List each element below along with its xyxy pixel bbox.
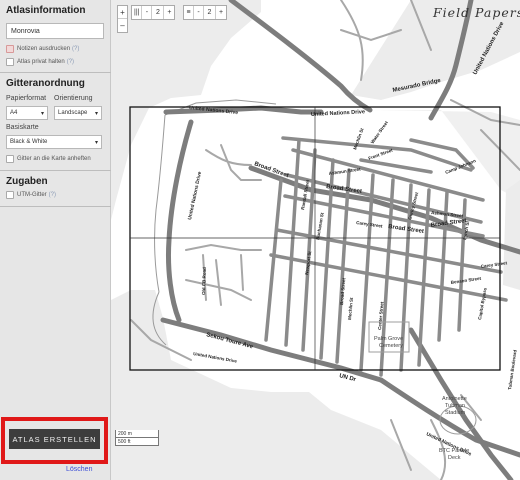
utm-checkbox[interactable] (6, 191, 14, 199)
orientation-select[interactable]: Landscape ▾ (54, 106, 102, 120)
make-atlas-highlight: ATLAS ERSTELLEN (1, 417, 108, 464)
paper-select[interactable]: A4 ▾ (6, 106, 48, 120)
grid-title: Gitteranordnung (6, 78, 85, 89)
columns-icon: ||| (132, 6, 143, 19)
divider (0, 206, 111, 207)
extras-title: Zugaben (6, 176, 48, 187)
scale-bar: 200 m 500 ft (115, 430, 159, 446)
divider (0, 72, 111, 73)
map-label: Palm Grove Cemetery (374, 336, 403, 349)
columns-plus-button[interactable]: + (164, 6, 174, 19)
map-label: Antoinette Tubman Stadium (442, 396, 467, 416)
chevron-down-icon: ▾ (94, 111, 98, 117)
paper-select-value: A4 (10, 110, 18, 116)
chevron-down-icon: ▾ (40, 111, 44, 117)
basemap-select[interactable]: Black & White ▾ (6, 135, 102, 149)
scale-imperial: 500 ft (115, 438, 159, 446)
print-notes-checkbox[interactable] (6, 45, 14, 53)
basemap-select-value: Black & White (10, 139, 48, 145)
private-row[interactable]: Atlas privat halten (?) (6, 58, 74, 66)
print-notes-row[interactable]: Notizen ausdrucken (?) (6, 45, 79, 53)
columns-control: ||| - 2 + (131, 5, 176, 20)
rows-icon: ≡ (184, 6, 194, 19)
zoom-control: + – (117, 5, 128, 33)
private-label: Atlas privat halten (17, 59, 65, 65)
rows-minus-button[interactable]: - (194, 6, 204, 19)
utm-help[interactable]: (?) (49, 192, 56, 198)
orientation-label: Orientierung (54, 95, 93, 102)
rows-value: 2 (204, 6, 216, 19)
map-base: Mesurado Bridge United Nations Drive Uni… (111, 0, 520, 480)
map-canvas[interactable]: Mesurado Bridge United Nations Drive Uni… (111, 0, 520, 480)
delete-link[interactable]: Löschen (66, 466, 92, 473)
columns-value: 2 (152, 6, 165, 19)
scale-metric: 200 m (115, 430, 159, 438)
paper-label: Papierformat (6, 95, 47, 102)
atlas-info-title: Atlasinformation (6, 5, 86, 16)
make-atlas-button[interactable]: ATLAS ERSTELLEN (9, 429, 100, 449)
rows-plus-button[interactable]: + (216, 6, 226, 19)
columns-minus-button[interactable]: - (142, 6, 153, 19)
rows-control: ≡ - 2 + (183, 5, 227, 20)
palm-grove-label: Palm Grove (374, 336, 403, 342)
utm-label: UTM-Gitter (17, 192, 47, 198)
private-help[interactable]: (?) (67, 59, 74, 65)
chevron-down-icon: ▾ (94, 140, 98, 146)
print-notes-label: Notizen ausdrucken (17, 46, 71, 52)
fit-grid-row[interactable]: Gitter an die Karte anheften (6, 155, 91, 163)
brand-logo: Field Papers (433, 5, 520, 20)
private-checkbox[interactable] (6, 58, 14, 66)
map-label: Old CB Road (201, 267, 207, 295)
sidebar: Atlasinformation Notizen ausdrucken (?) … (0, 0, 111, 480)
zoom-out-button[interactable]: – (118, 19, 127, 32)
atlas-name-input[interactable] (6, 23, 104, 39)
print-notes-help[interactable]: (?) (72, 46, 79, 52)
divider (0, 170, 111, 171)
fit-grid-label: Gitter an die Karte anheften (17, 156, 91, 162)
utm-row[interactable]: UTM-Gitter (?) (6, 191, 56, 199)
fit-grid-checkbox[interactable] (6, 155, 14, 163)
orientation-select-value: Landscape (58, 110, 88, 116)
zoom-in-button[interactable]: + (118, 6, 127, 19)
basemap-label: Basiskarte (6, 124, 39, 131)
